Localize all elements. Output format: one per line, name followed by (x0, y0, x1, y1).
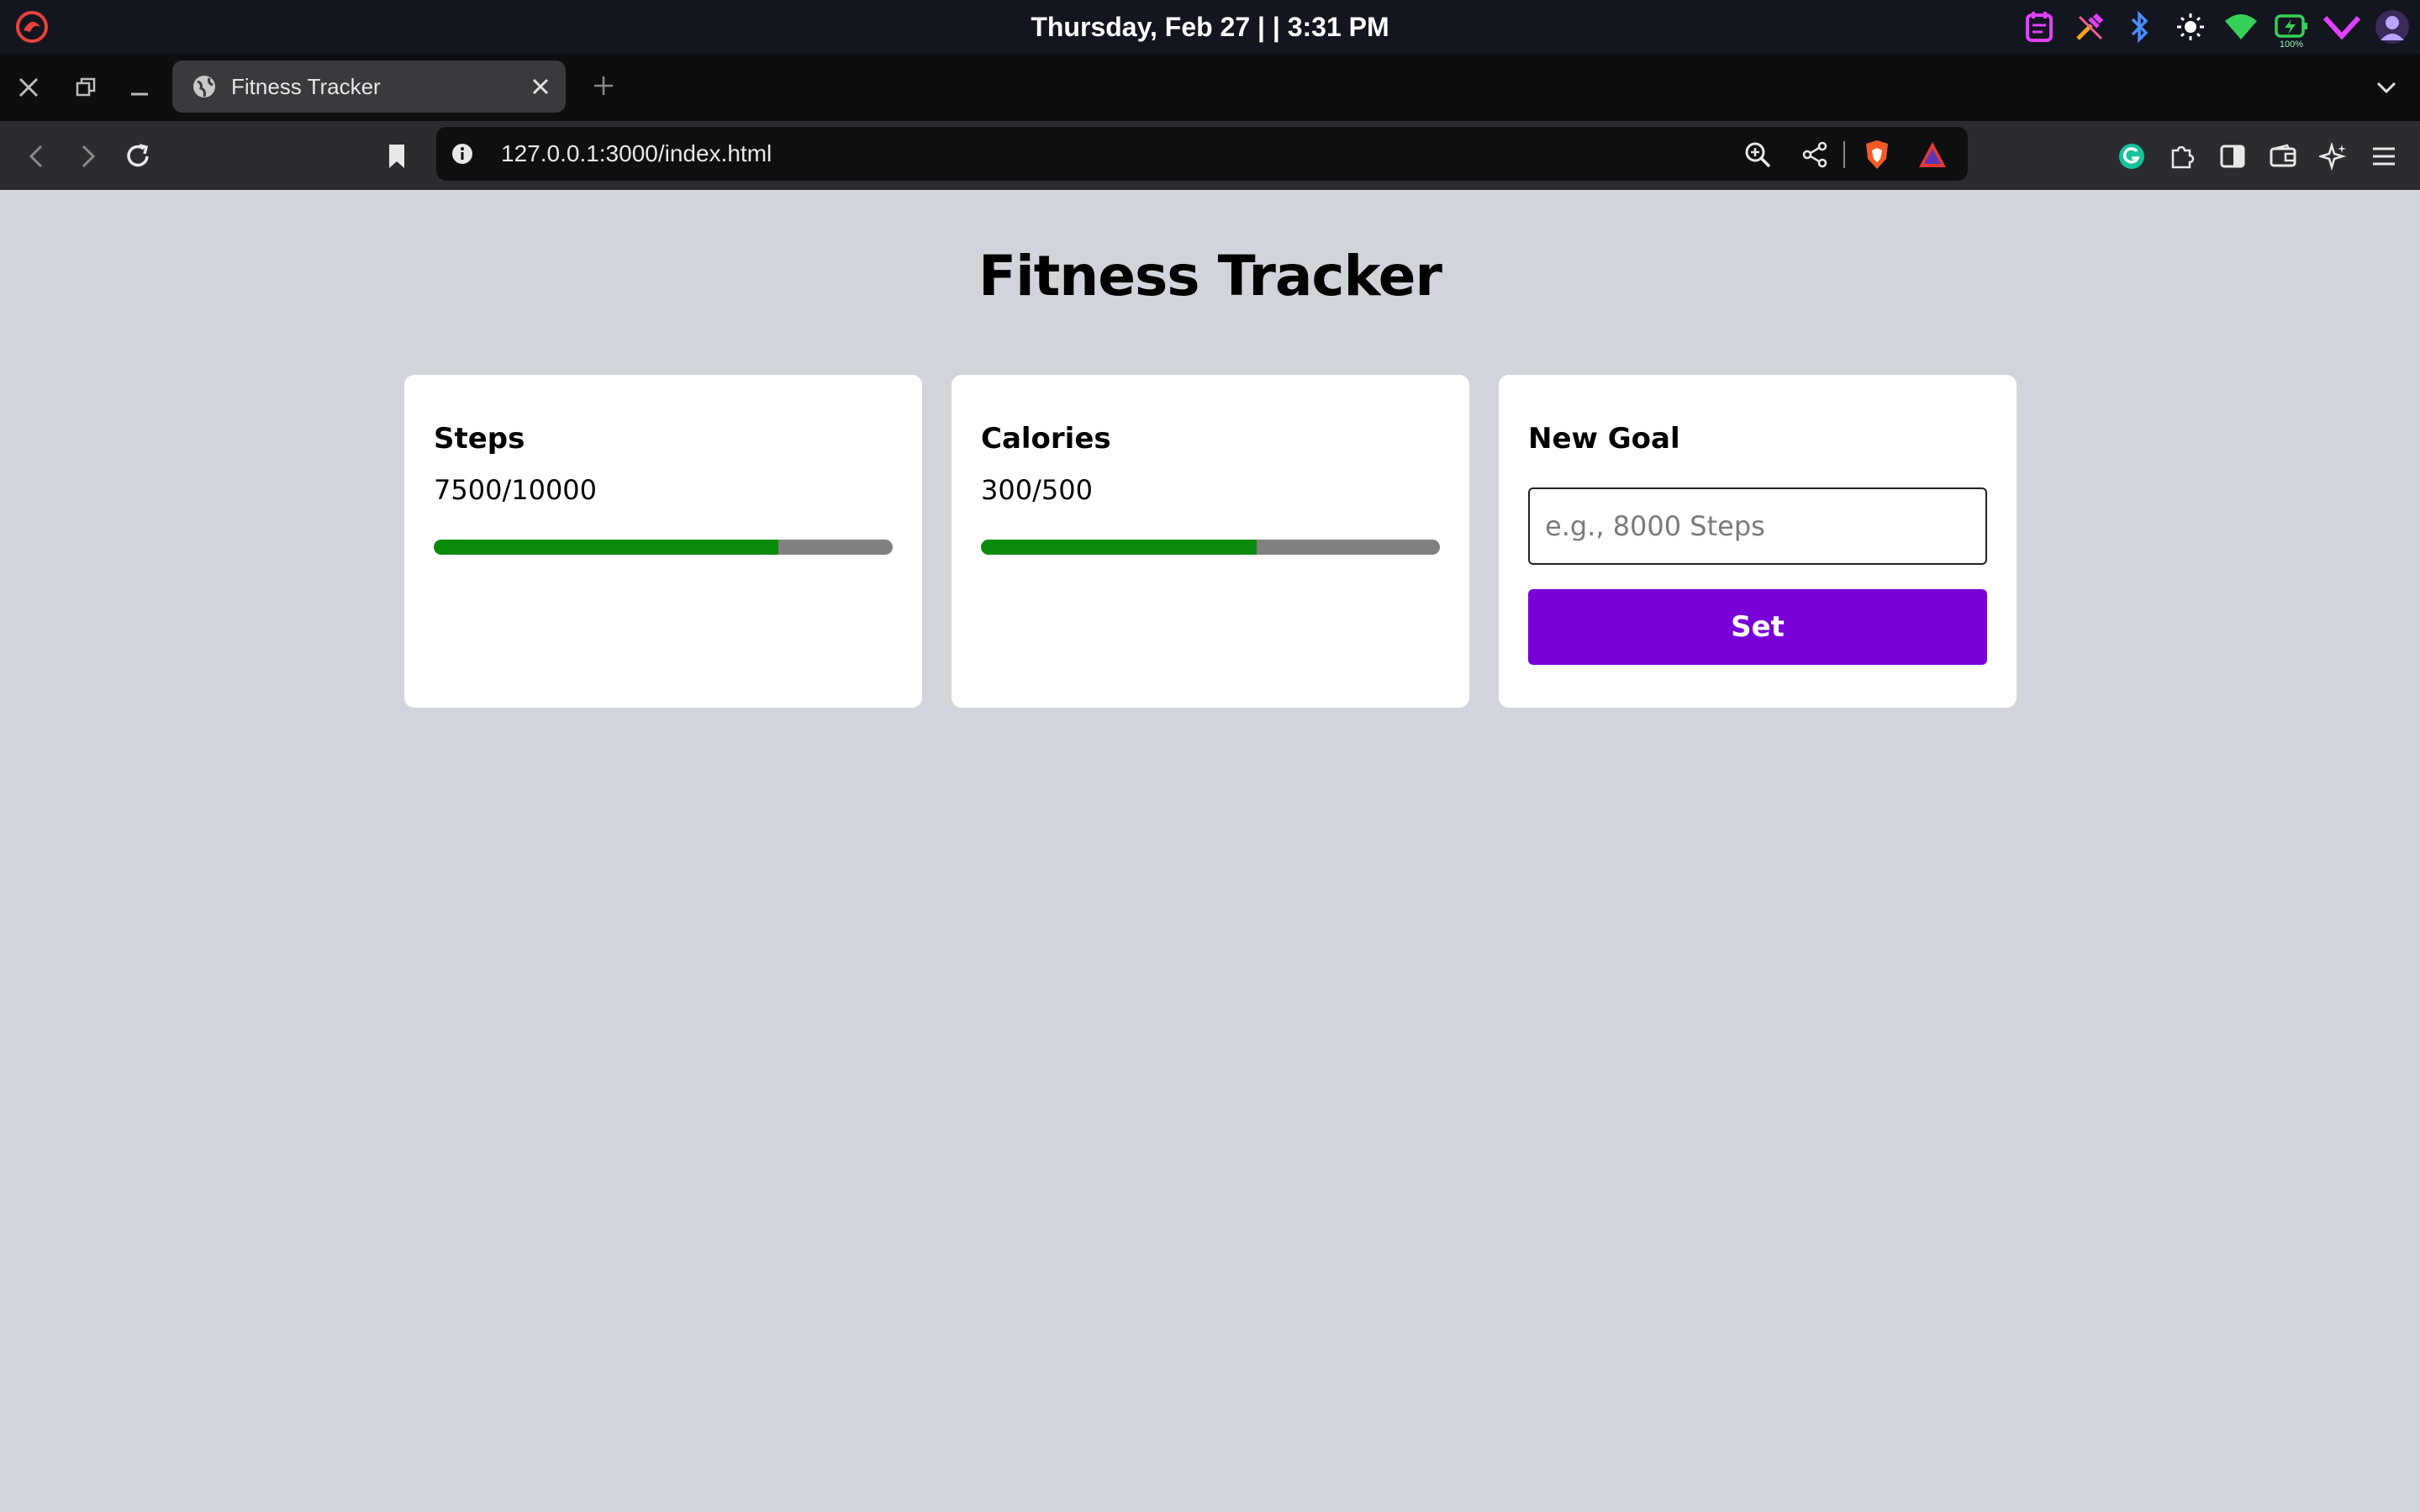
zoom-icon[interactable] (1739, 136, 1776, 173)
set-goal-button[interactable]: Set (1528, 589, 1987, 665)
notes-icon[interactable] (2020, 8, 2059, 46)
close-tab-icon[interactable] (525, 71, 556, 102)
system-tray: 100% (2020, 7, 2412, 50)
back-icon[interactable] (17, 136, 57, 176)
battery-percentage: 100% (2279, 40, 2304, 50)
tab-fitness-tracker[interactable]: Fitness Tracker (172, 61, 566, 113)
reload-icon[interactable] (118, 136, 158, 176)
avatar-icon[interactable] (2373, 8, 2412, 46)
restore-window-icon[interactable] (67, 69, 104, 106)
page-title: Fitness Tracker (978, 244, 1442, 308)
calories-value: 300/500 (981, 474, 1093, 506)
extensions-icon[interactable] (2162, 136, 2202, 176)
close-window-icon[interactable] (10, 69, 47, 106)
bluetooth-icon[interactable] (2121, 8, 2159, 46)
system-bar: Thursday, Feb 27 | | 3:31 PM 100% (0, 0, 2420, 54)
forward-icon[interactable] (67, 136, 108, 176)
steps-progress-fill (434, 540, 778, 555)
bookmark-icon[interactable] (377, 136, 417, 176)
menu-icon[interactable] (2364, 136, 2404, 176)
vpn-icon[interactable] (2322, 8, 2361, 46)
calories-card: Calories 300/500 (952, 375, 1469, 708)
sidebar-toggle-icon[interactable] (2212, 136, 2253, 176)
goal-input[interactable] (1528, 487, 1987, 565)
new-tab-icon[interactable] (585, 67, 622, 104)
grammarly-icon[interactable] (2112, 136, 2152, 176)
steps-value: 7500/10000 (434, 474, 598, 506)
calories-title: Calories (981, 422, 1111, 456)
brightness-icon[interactable] (2171, 8, 2210, 46)
site-info-icon[interactable] (449, 140, 476, 167)
address-bar-divider (1843, 141, 1845, 168)
url-text[interactable]: 127.0.0.1:3000/index.html (501, 127, 772, 181)
leo-ai-icon[interactable] (2313, 136, 2354, 176)
minimize-window-icon[interactable] (121, 69, 158, 106)
calories-progress-fill (981, 540, 1257, 555)
calories-progress-bar (981, 540, 1440, 555)
tab-list-chevron-icon[interactable] (2368, 69, 2405, 106)
brave-rewards-icon[interactable] (1914, 136, 1951, 173)
wifi-icon[interactable] (2222, 8, 2260, 46)
color-picker-icon[interactable] (2070, 8, 2109, 46)
steps-card: Steps 7500/10000 (404, 375, 922, 708)
share-icon[interactable] (1796, 136, 1833, 173)
brave-shields-icon[interactable] (1858, 136, 1895, 173)
new-goal-card: New Goal Set (1499, 375, 2017, 708)
wallet-icon[interactable] (2263, 136, 2303, 176)
tab-title: Fitness Tracker (231, 74, 381, 99)
steps-progress-bar (434, 540, 893, 555)
battery-icon[interactable]: 100% (2272, 8, 2311, 50)
steps-title: Steps (434, 422, 525, 456)
new-goal-title: New Goal (1528, 422, 1680, 456)
globe-icon (191, 73, 218, 100)
